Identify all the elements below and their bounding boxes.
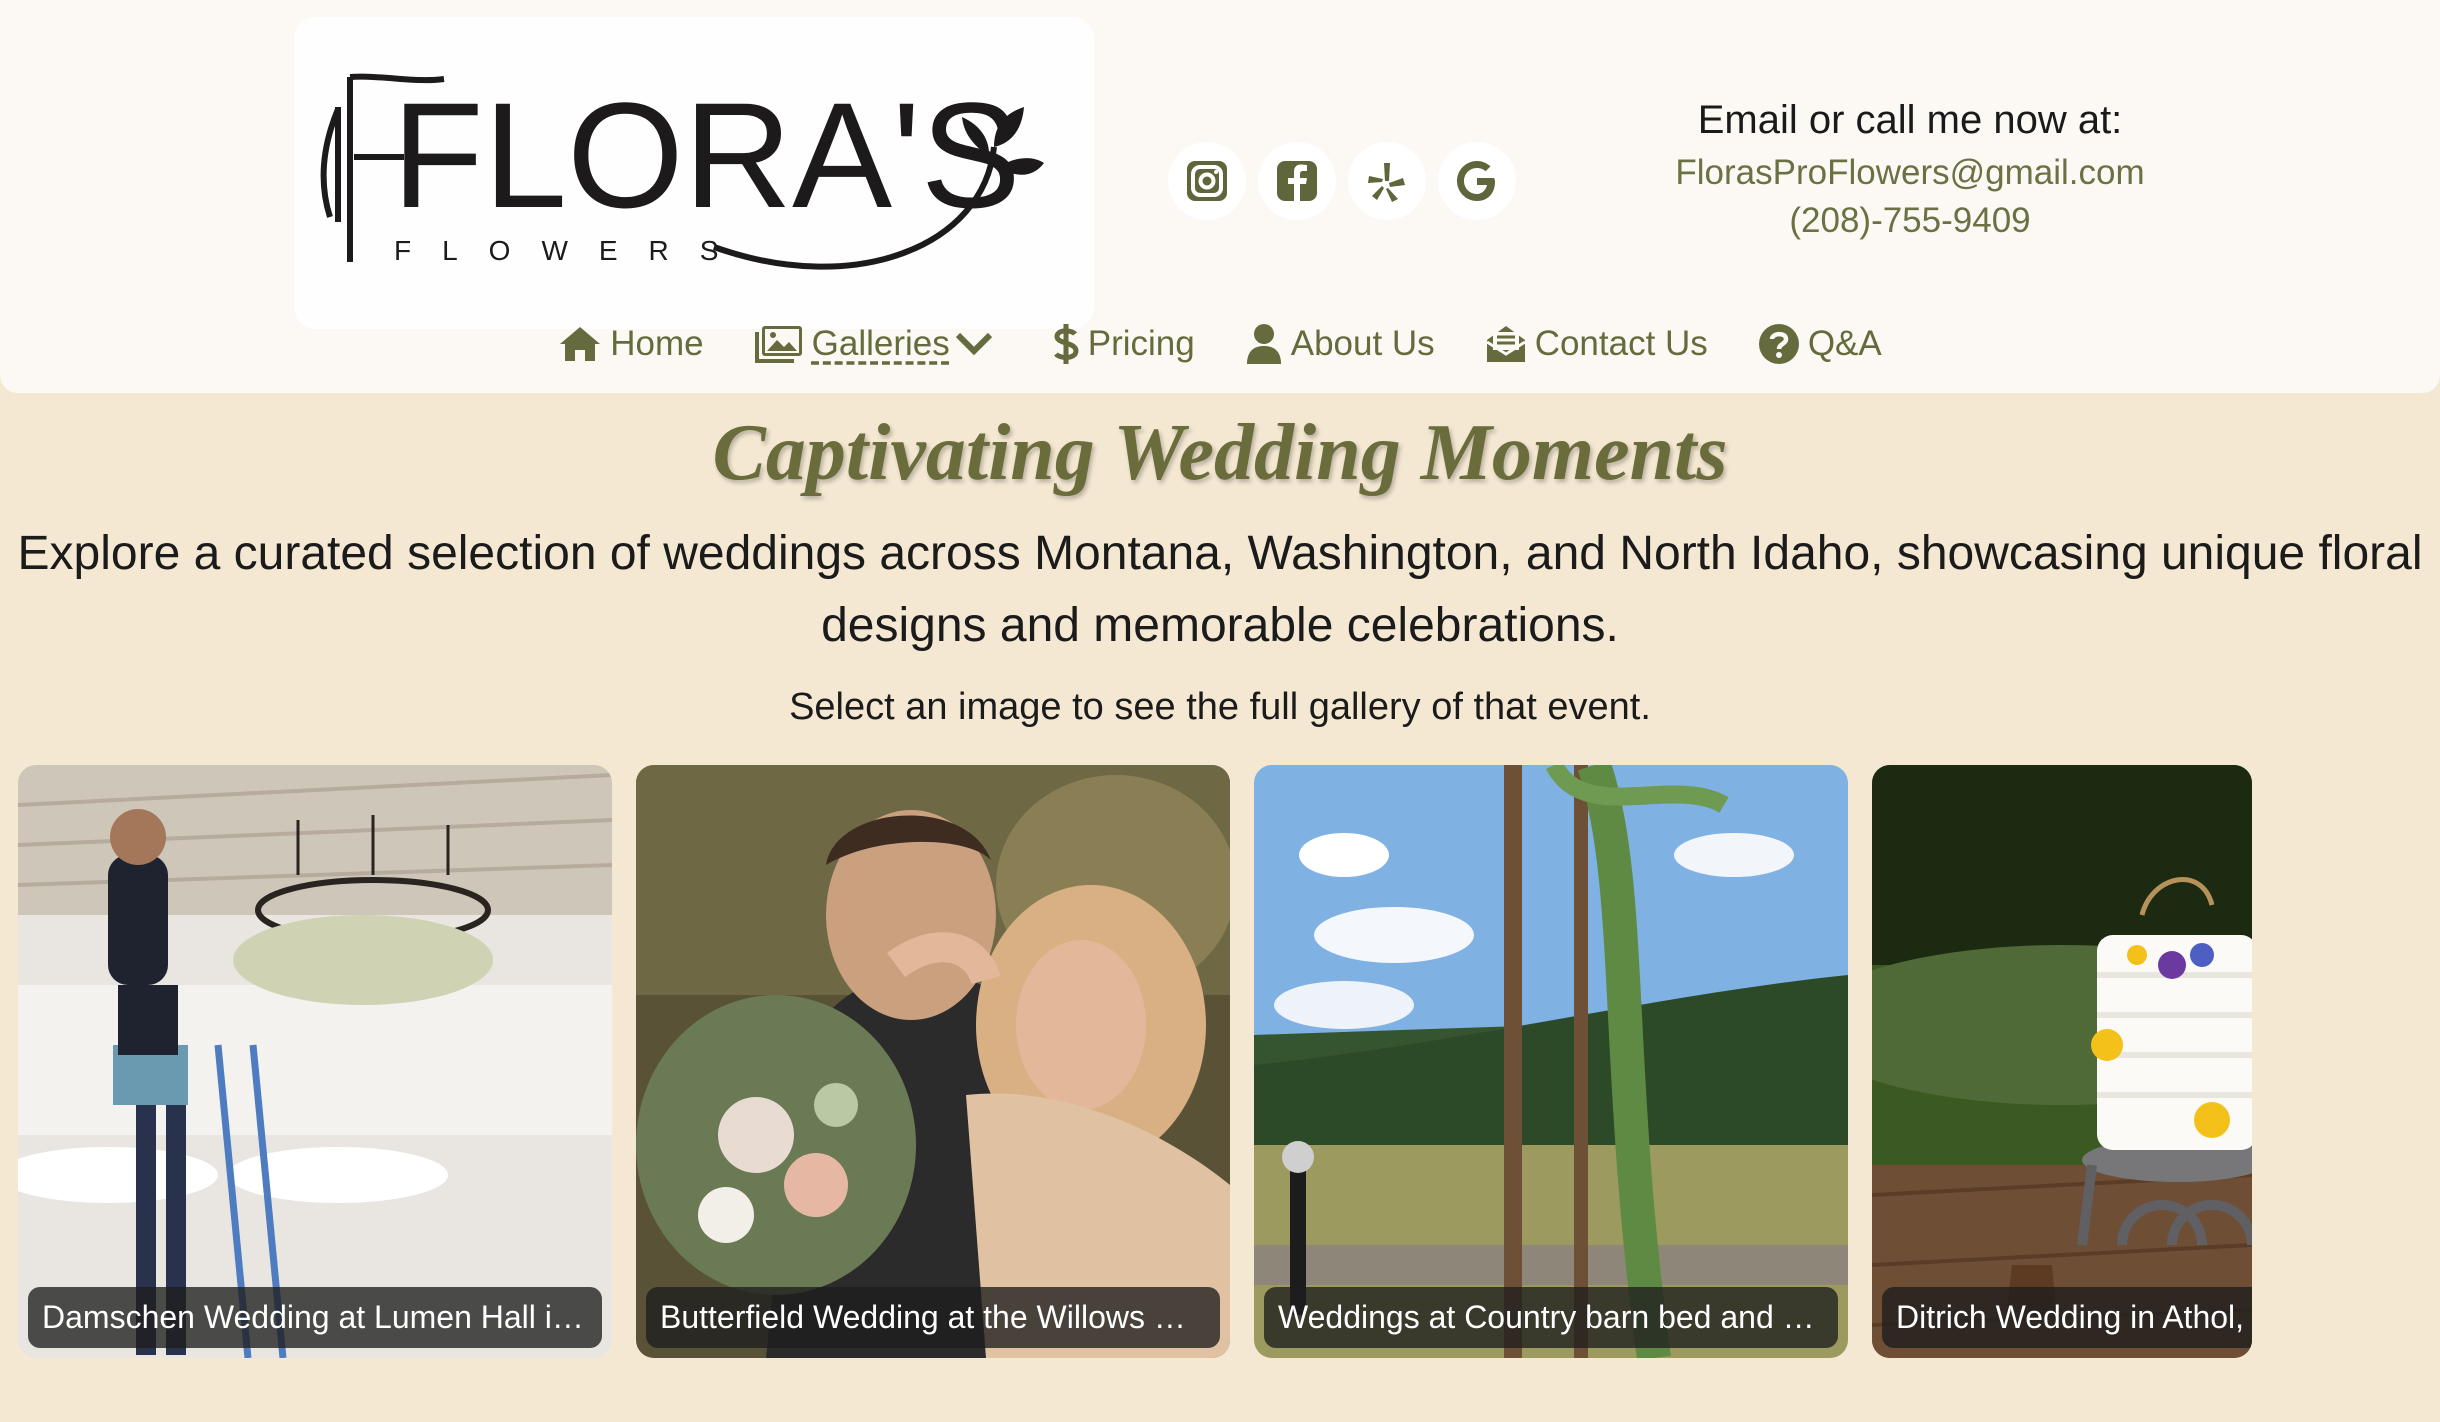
gallery-image: [1872, 765, 2252, 1358]
images-icon: [754, 326, 802, 363]
google-icon[interactable]: [1438, 142, 1516, 220]
logo-wordmark: FLORA'S: [392, 71, 1021, 239]
gallery-card[interactable]: Damschen Wedding at Lumen Hall in Spokan…: [18, 765, 612, 1358]
gallery-image: [636, 765, 1230, 1358]
gallery-caption: Butterfield Wedding at the Willows Cabin…: [646, 1287, 1220, 1348]
nav-contact[interactable]: Contact Us: [1485, 324, 1708, 364]
page-subtitle: Explore a curated selection of weddings …: [17, 527, 2423, 652]
question-circle-icon: [1758, 324, 1799, 364]
gallery-card[interactable]: Ditrich Wedding in Athol, ID: [1872, 765, 2252, 1358]
gallery-card[interactable]: Butterfield Wedding at the Willows Cabin…: [636, 765, 1230, 1358]
gallery-card[interactable]: Weddings at Country barn bed and breakfa…: [1254, 765, 1848, 1358]
gallery-grid: Damschen Wedding at Lumen Hall in Spokan…: [18, 765, 2252, 1358]
nav-pricing-label: Pricing: [1087, 324, 1195, 363]
phone-link[interactable]: (208)-755-9409: [1540, 201, 2280, 241]
home-icon: [560, 327, 601, 361]
instagram-icon[interactable]: [1168, 142, 1246, 220]
gallery-caption: Weddings at Country barn bed and breakfa…: [1264, 1287, 1838, 1348]
dollar-icon: [1053, 324, 1079, 364]
page-title: Captivating Wedding Moments: [712, 409, 1728, 497]
gallery-caption: Damschen Wedding at Lumen Hall in Spokan…: [28, 1287, 602, 1348]
facebook-icon[interactable]: [1258, 142, 1336, 220]
site-header: FLORA'S FLOWERS Email or call me now at:…: [0, 0, 2440, 393]
nav-galleries[interactable]: Galleries: [754, 324, 1002, 364]
user-icon: [1246, 324, 1281, 364]
nav-home-label: Home: [610, 324, 704, 363]
nav-qa-label: Q&A: [1807, 324, 1882, 363]
nav-galleries-label: Galleries: [811, 324, 950, 363]
nav-home[interactable]: Home: [558, 324, 704, 364]
main-nav: Home Galleries Pricing About Us Contact …: [0, 322, 2440, 366]
logo[interactable]: FLORA'S FLOWERS: [294, 17, 1094, 329]
gallery-image: [1254, 765, 1848, 1358]
contact-block: Email or call me now at: FlorasProFlower…: [1540, 98, 2280, 241]
gallery-hint: Select an image to see the full gallery …: [789, 686, 1651, 728]
envelope-open-icon: [1485, 326, 1526, 362]
logo-subword: FLOWERS: [394, 235, 749, 266]
nav-contact-label: Contact Us: [1534, 324, 1708, 363]
nav-pricing[interactable]: Pricing: [1052, 322, 1195, 366]
email-link[interactable]: FlorasProFlowers@gmail.com: [1540, 153, 2280, 193]
social-links: [1168, 142, 1516, 220]
chevron-down-icon: [955, 332, 992, 356]
gallery-image: [18, 765, 612, 1358]
nav-about-label: About Us: [1290, 324, 1435, 363]
gallery-caption: Ditrich Wedding in Athol, ID: [1882, 1287, 2252, 1348]
nav-about[interactable]: About Us: [1245, 323, 1435, 365]
contact-lead: Email or call me now at:: [1697, 98, 2123, 142]
nav-qa[interactable]: Q&A: [1758, 323, 1882, 365]
yelp-icon[interactable]: [1348, 142, 1426, 220]
